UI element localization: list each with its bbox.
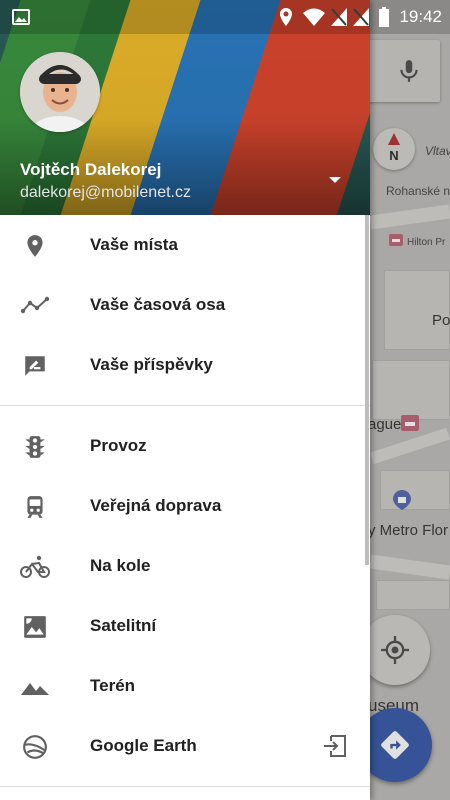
menu-item-google-earth[interactable]: Google Earth [0,716,370,776]
menu-item-verejna-doprava[interactable]: Veřejná doprava [0,476,370,536]
menu-item-label: Na kole [90,556,151,575]
user-name: Vojtěch Dalekorej [20,160,162,179]
scrollbar[interactable] [365,215,369,565]
no-signal-icon [331,8,347,26]
open-external-icon[interactable] [322,734,348,758]
menu-item-prispevky[interactable]: Vaše příspěvky [0,335,370,395]
gallery-notification-icon [12,9,30,25]
menu-item-label: Provoz [90,436,147,455]
menu-item-casova-osa[interactable]: Vaše časová osa [0,275,370,335]
menu-item-na-kole[interactable]: Na kole [0,536,370,596]
battery-icon [379,7,389,27]
menu-item-teren[interactable]: Terén [0,656,370,716]
menu-item-label: Vaše příspěvky [90,355,213,374]
avatar-photo [20,52,100,132]
terrain-icon [21,683,49,695]
satellite-icon [24,616,46,638]
earth-icon [23,735,47,759]
timeline-icon [20,296,50,314]
bike-icon [20,555,50,578]
status-time: 19:42 [399,7,442,26]
no-signal-icon-2 [353,8,369,26]
menu-item-provoz[interactable]: Provoz [0,416,370,476]
menu-divider [0,405,370,406]
menu-item-satelitni[interactable]: Satelitní [0,596,370,656]
traffic-icon [25,436,45,458]
location-status-icon [280,8,292,26]
place-pin-icon [27,235,43,257]
menu-divider [0,786,370,787]
wifi-status-icon [303,8,325,26]
menu-item-label: Vaše místa [90,235,178,254]
navigation-drawer: Vojtěch Dalekorej dalekorej@mobilenet.cz… [0,0,370,800]
menu-item-vase-mista[interactable]: Vaše místa [0,215,370,275]
menu-item-label: Satelitní [90,616,157,635]
account-dropdown-icon[interactable] [318,168,352,192]
menu-item-label: Veřejná doprava [90,496,222,515]
menu-item-label: Google Earth [90,736,197,755]
menu-item-label: Terén [90,676,136,695]
avatar[interactable] [20,52,100,132]
user-email: dalekorej@mobilenet.cz [20,184,191,201]
contributions-icon [25,356,45,376]
train-icon [27,496,43,518]
status-bar: 19:42 [0,0,450,34]
menu-item-label: Vaše časová osa [90,295,226,314]
